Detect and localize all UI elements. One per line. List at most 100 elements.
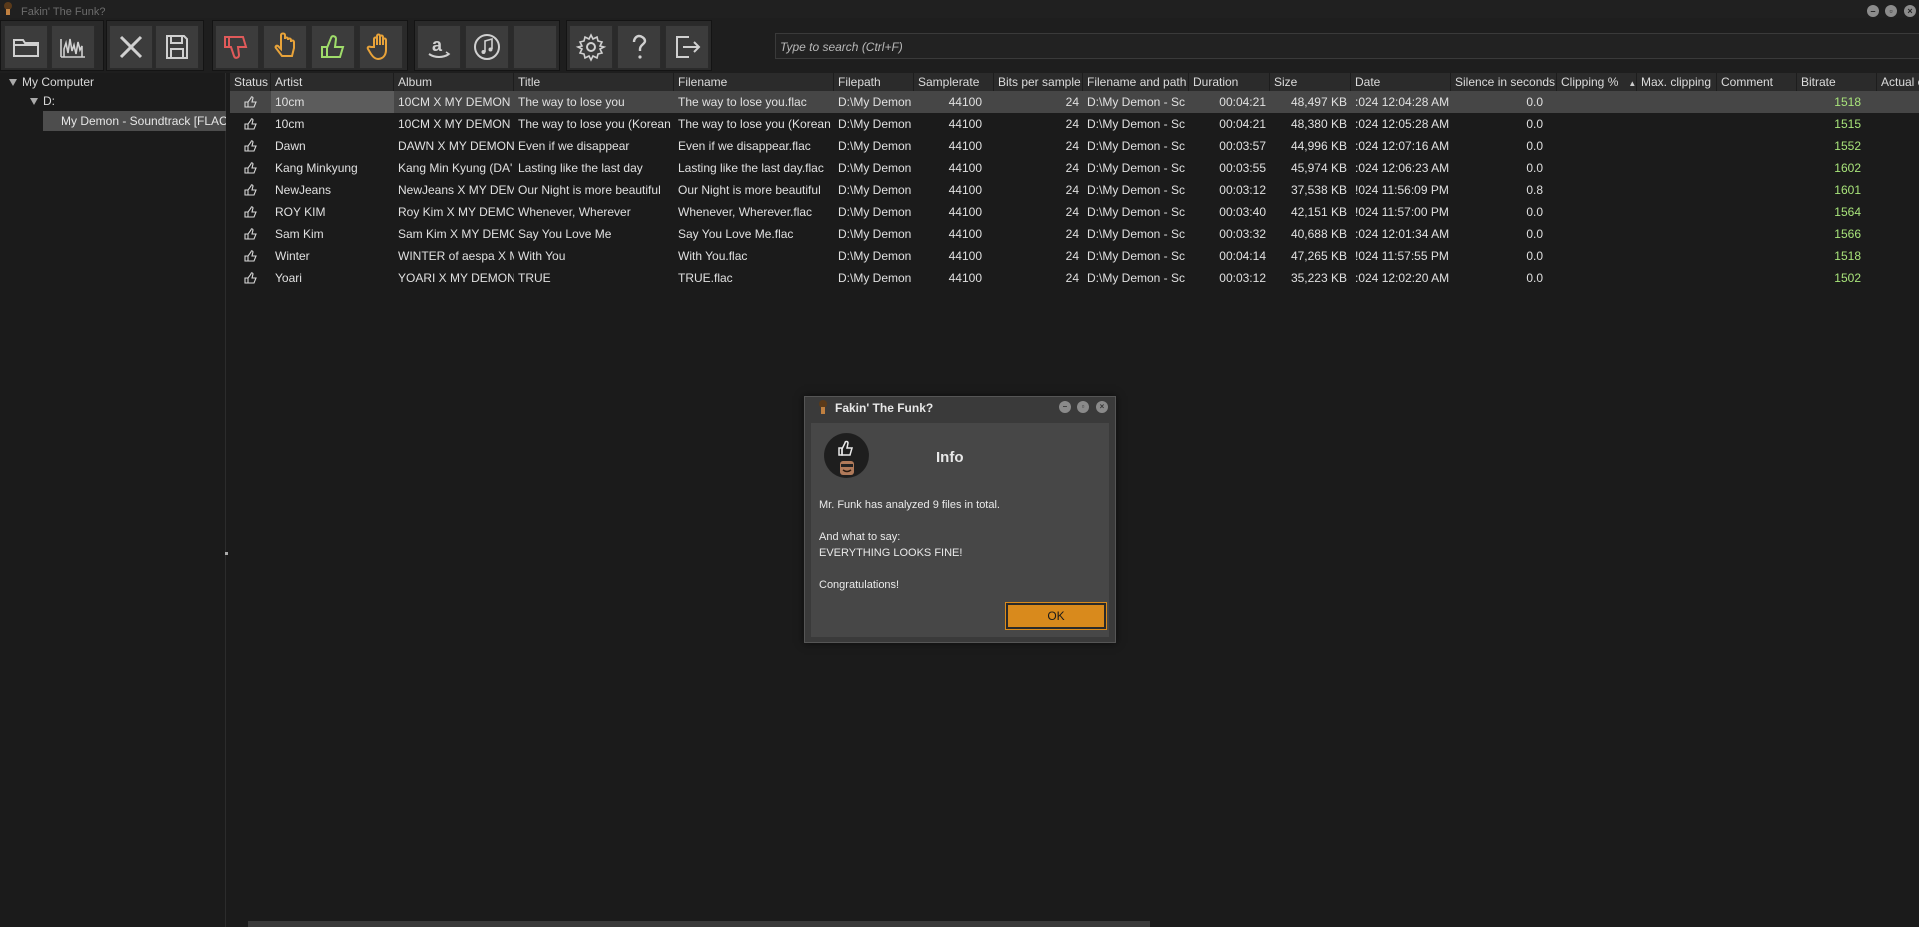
music-note-icon — [474, 34, 500, 60]
date-cell: :024 12:07:16 AM — [1355, 139, 1450, 153]
silence-cell: 0.0 — [1526, 139, 1543, 153]
table-row[interactable]: Dawn DAWN X MY DEMON Even if we disappear E… — [230, 135, 1919, 157]
exit-button[interactable] — [665, 25, 709, 69]
tree-item-folder[interactable]: My Demon - Soundtrack [FLAC] — [43, 111, 226, 131]
bits-cell: 24 — [1065, 271, 1079, 285]
save-button[interactable] — [155, 25, 199, 69]
horizontal-scrollbar[interactable] — [248, 921, 1150, 927]
app-logo-icon — [819, 400, 827, 414]
column-header[interactable]: Max. clipping — [1637, 73, 1717, 91]
thumbs-up-icon — [824, 433, 869, 478]
dialog-maximize-button[interactable]: ▫ — [1077, 401, 1089, 413]
samplerate-cell: 44100 — [948, 227, 982, 241]
album-cell: NewJeans X MY DEM — [398, 183, 514, 197]
dialog-body: Info Mr. Funk has analyzed 9 files in to… — [811, 423, 1109, 637]
column-header[interactable]: Duration — [1189, 73, 1270, 91]
column-header-sorted[interactable]: Clipping % ▲ — [1557, 73, 1637, 91]
itunes-button[interactable] — [465, 25, 509, 69]
dialog-message: And what to say: — [819, 531, 901, 543]
question-icon — [632, 34, 647, 59]
toolbar-group-files — [0, 20, 104, 71]
filename-cell: Lasting like the last day.flac — [678, 161, 824, 175]
dialog-minimize-button[interactable]: – — [1059, 401, 1071, 413]
table-row[interactable]: NewJeans NewJeans X MY DEM Our Night is mo… — [230, 179, 1919, 201]
settings-button[interactable] — [569, 25, 613, 69]
minimize-button[interactable]: – — [1867, 5, 1879, 17]
column-header[interactable]: Status — [230, 73, 271, 91]
filename-cell: The way to lose you.flac — [678, 95, 807, 109]
column-header[interactable]: Bits per sample — [994, 73, 1083, 91]
fullpath-cell: D:\My Demon - Sc — [1087, 227, 1186, 241]
empty-button[interactable] — [513, 25, 557, 69]
spectrum-icon — [60, 38, 85, 58]
expand-toggle-icon[interactable] — [9, 79, 17, 86]
filename-cell: The way to lose you (Korean — [678, 117, 831, 131]
table-row[interactable]: Winter WINTER of aespa X M With You With Yo… — [230, 245, 1919, 267]
column-header[interactable]: Bitrate — [1797, 73, 1877, 91]
dialog-close-button[interactable]: × — [1096, 401, 1108, 413]
fullpath-cell: D:\My Demon - Sc — [1087, 161, 1186, 175]
album-cell: 10CM X MY DEMON — [398, 117, 511, 131]
column-header[interactable]: Filename and path — [1083, 73, 1189, 91]
close-window-button[interactable]: × — [1904, 5, 1916, 17]
tree-item-my-computer[interactable]: My Computer — [22, 73, 94, 91]
search-input[interactable]: Type to search (Ctrl+F) — [775, 33, 1919, 59]
help-button[interactable] — [617, 25, 661, 69]
silence-cell: 0.8 — [1526, 183, 1543, 197]
expand-toggle-icon[interactable] — [30, 98, 38, 105]
exit-icon — [676, 36, 701, 58]
column-header[interactable]: Filepath — [834, 73, 914, 91]
table-row[interactable]: ROY KIM Roy Kim X MY DEMC Whenever, Wherev… — [230, 201, 1919, 223]
album-cell: Kang Min Kyung (DA' — [398, 161, 513, 175]
thumbs-up-icon — [243, 140, 257, 152]
title-cell: Whenever, Wherever — [518, 205, 631, 219]
table-row[interactable]: 10cm 10CM X MY DEMON The way to lose you Th… — [230, 91, 1919, 113]
bits-cell: 24 — [1065, 95, 1079, 109]
toolbar: a Type to search (Ctrl+F) — [0, 18, 1919, 73]
ok-button[interactable]: OK — [1005, 602, 1107, 630]
mark-bad-button[interactable] — [215, 25, 259, 69]
column-header[interactable]: Filename — [674, 73, 834, 91]
column-header[interactable]: Size — [1270, 73, 1351, 91]
column-header[interactable]: Comment — [1717, 73, 1797, 91]
table-row[interactable]: Yoari YOARI X MY DEMON TRUE TRUE.flac D:\My … — [230, 267, 1919, 289]
size-cell: 37,538 KB — [1290, 183, 1347, 197]
column-header[interactable]: Album — [394, 73, 514, 91]
remove-button[interactable] — [109, 25, 153, 69]
maximize-button[interactable]: ▫ — [1885, 5, 1897, 17]
column-header[interactable]: Samplerate — [914, 73, 994, 91]
splitter-handle[interactable] — [225, 552, 228, 555]
spectrum-button[interactable] — [51, 25, 95, 69]
fullpath-cell: D:\My Demon - Sc — [1087, 117, 1186, 131]
table-row[interactable]: Sam Kim Sam Kim X MY DEMC Say You Love Me S… — [230, 223, 1919, 245]
pointing-hand-icon — [274, 32, 295, 57]
column-header[interactable]: Artist — [271, 73, 394, 91]
column-header[interactable]: Actual c — [1877, 73, 1919, 91]
stop-hand-icon — [366, 33, 387, 61]
mark-good-button[interactable] — [311, 25, 355, 69]
filepath-cell: D:\My Demon — [838, 161, 912, 175]
thumbs-up-icon — [243, 96, 257, 108]
filepath-cell: D:\My Demon — [838, 227, 912, 241]
mark-stop-button[interactable] — [359, 25, 403, 69]
column-header[interactable]: Silence in seconds — [1451, 73, 1557, 91]
column-header[interactable]: Date — [1351, 73, 1451, 91]
date-cell: :024 12:05:28 AM — [1355, 117, 1450, 131]
duration-cell: 00:03:12 — [1219, 271, 1266, 285]
filepath-cell: D:\My Demon — [838, 95, 912, 109]
silence-cell: 0.0 — [1526, 95, 1543, 109]
tree-item-drive[interactable]: D: — [43, 92, 55, 110]
table-row[interactable]: 10cm 10CM X MY DEMON The way to lose you (… — [230, 113, 1919, 135]
silence-cell: 0.0 — [1526, 205, 1543, 219]
open-folder-button[interactable] — [4, 25, 48, 69]
status-cell — [230, 179, 271, 201]
date-cell: !024 11:56:09 PM — [1355, 183, 1449, 197]
filename-cell: Our Night is more beautiful — [678, 183, 821, 197]
table-row[interactable]: Kang Minkyung Kang Min Kyung (DA' Lasting … — [230, 157, 1919, 179]
mark-suspicious-button[interactable] — [263, 25, 307, 69]
artist-cell: Winter — [275, 249, 310, 263]
samplerate-cell: 44100 — [948, 117, 982, 131]
amazon-button[interactable]: a — [417, 25, 461, 69]
column-header[interactable]: Title — [514, 73, 674, 91]
dialog-title-bar: Fakin' The Funk? – ▫ × — [805, 397, 1115, 417]
